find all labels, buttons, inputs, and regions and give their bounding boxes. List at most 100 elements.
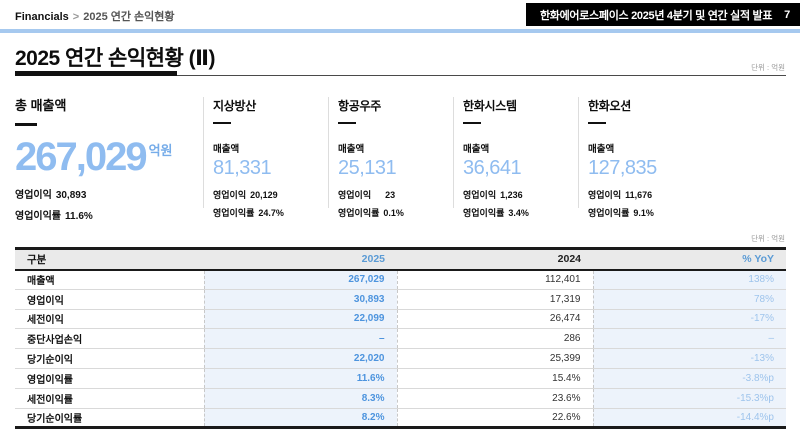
cell-2024: 25,399 [397, 349, 593, 369]
unit-label-table: 단위 : 억원 [751, 233, 785, 244]
row-label: 세전이익 [15, 309, 204, 329]
total-revenue-title: 총 매출액 [15, 95, 197, 114]
segment-revenue-value: 127,835 [588, 158, 700, 178]
segment-op-label: 영업이익 [213, 190, 246, 200]
row-label: 당기순이익 [15, 349, 204, 369]
segment-op-value: 23 [385, 190, 395, 200]
segment-dash-rule [338, 122, 356, 124]
column-header-2025: 2025 [204, 249, 397, 270]
cell-2025: 8.3% [204, 388, 397, 408]
cell-2024: 15.4% [397, 368, 593, 388]
total-op-value: 30,893 [56, 190, 87, 201]
table-row: 영업이익률 11.6% 15.4% -3.8%p [15, 368, 786, 388]
page-number: 7 [784, 9, 790, 21]
segment-revenue-value: 36,641 [463, 158, 575, 178]
table-row: 세전이익 22,099 26,474 -17% [15, 309, 786, 329]
breadcrumb-root[interactable]: Financials [15, 11, 69, 23]
cell-2025: 22,099 [204, 309, 397, 329]
row-label: 영업이익 [15, 289, 204, 309]
table-row: 세전이익률 8.3% 23.6% -15.3%p [15, 388, 786, 408]
segment-margin-label: 영업이익률 [463, 208, 504, 218]
segment-op-row: 영업이익 23 [338, 188, 450, 201]
segment-op-row: 영업이익 1,236 [463, 188, 575, 201]
segment-margin-label: 영업이익률 [588, 208, 629, 218]
segment-dash-rule [213, 122, 231, 124]
total-margin-label: 영업이익률 [15, 211, 61, 222]
table-header-row: 구분 2025 2024 % YoY [15, 249, 786, 270]
total-margin-row: 영업이익률11.6% [15, 207, 197, 222]
deck-title-badge: 한화에어로스페이스 2025년 4분기 및 연간 실적 발표 7 [526, 3, 800, 26]
segment-name: 지상방산 [213, 97, 325, 114]
cell-2025: 22,020 [204, 349, 397, 369]
cell-yoy: -17% [593, 309, 786, 329]
segment-margin-label: 영업이익률 [338, 208, 379, 218]
segment-op-value: 11,676 [625, 190, 652, 200]
total-revenue-value: 267,029 [15, 137, 146, 177]
row-label: 영업이익률 [15, 368, 204, 388]
segment-block-aerospace: 항공우주 매출액 25,131 영업이익23 영업이익률0.1% [338, 97, 450, 219]
cell-2025: 30,893 [204, 289, 397, 309]
segment-margin-value: 24.7% [258, 208, 284, 218]
title-rule-thick [15, 71, 177, 76]
row-label: 당기순이익률 [15, 408, 204, 428]
segment-revenue-label: 매출액 [463, 141, 575, 155]
segment-dash-rule [588, 122, 606, 124]
segment-margin-row: 영업이익률3.4% [463, 206, 575, 219]
segment-name: 항공우주 [338, 97, 450, 114]
cell-yoy: -13% [593, 349, 786, 369]
cell-2024: 17,319 [397, 289, 593, 309]
total-op-row: 영업이익 30,893 [15, 186, 197, 201]
header-accent-bar [0, 29, 800, 33]
cell-yoy: 78% [593, 289, 786, 309]
table-row: 당기순이익률 8.2% 22.6% -14.4%p [15, 408, 786, 428]
segment-margin-value: 0.1% [383, 208, 404, 218]
segment-op-label: 영업이익 [588, 190, 621, 200]
cell-2025: – [204, 329, 397, 349]
cell-2024: 286 [397, 329, 593, 349]
cell-yoy: -14.4%p [593, 408, 786, 428]
cell-yoy: -15.3%p [593, 388, 786, 408]
segment-revenue-label: 매출액 [588, 141, 700, 155]
segment-name: 한화시스템 [463, 97, 575, 114]
segment-divider [203, 97, 204, 208]
segment-revenue-value: 81,331 [213, 158, 325, 178]
cell-2024: 22.6% [397, 408, 593, 428]
breadcrumb-separator-icon: > [73, 11, 79, 23]
breadcrumb[interactable]: Financials>2025 연간 손익현황 [15, 8, 175, 24]
segment-margin-value: 9.1% [633, 208, 654, 218]
row-label: 매출액 [15, 270, 204, 290]
segment-divider [578, 97, 579, 208]
cell-2025: 11.6% [204, 368, 397, 388]
total-revenue-unit: 억원 [149, 140, 173, 159]
segment-op-row: 영업이익 11,676 [588, 188, 700, 201]
segment-revenue-label: 매출액 [338, 141, 450, 155]
segment-divider [328, 97, 329, 208]
segment-op-label: 영업이익 [338, 190, 371, 200]
column-header-category: 구분 [15, 249, 204, 270]
table-row: 매출액 267,029 112,401 138% [15, 270, 786, 290]
table-row: 중단사업손익 – 286 – [15, 329, 786, 349]
segment-op-row: 영업이익 20,129 [213, 188, 325, 201]
cell-2025: 267,029 [204, 270, 397, 290]
column-header-2024: 2024 [397, 249, 593, 270]
cell-2024: 23.6% [397, 388, 593, 408]
segment-op-value: 20,129 [250, 190, 278, 200]
segment-op-value: 1,236 [500, 190, 523, 200]
table-row: 영업이익 30,893 17,319 78% [15, 289, 786, 309]
segment-op-label: 영업이익 [463, 190, 496, 200]
cell-yoy: 138% [593, 270, 786, 290]
segment-dash-rule [463, 122, 481, 124]
cell-yoy: – [593, 329, 786, 349]
segment-block-hanwha-systems: 한화시스템 매출액 36,641 영업이익 1,236 영업이익률3.4% [463, 97, 575, 219]
unit-label-top: 단위 : 억원 [751, 62, 785, 73]
table-row: 당기순이익 22,020 25,399 -13% [15, 349, 786, 369]
column-header-yoy: % YoY [593, 249, 786, 270]
segment-block-ground-defense: 지상방산 매출액 81,331 영업이익20,129 영업이익률24.7% [213, 97, 325, 219]
segment-revenue-label: 매출액 [213, 141, 325, 155]
total-dash-rule [15, 123, 37, 126]
segment-divider [453, 97, 454, 208]
segment-margin-row: 영업이익률 9.1% [588, 206, 700, 219]
row-label: 중단사업손익 [15, 329, 204, 349]
total-op-label: 영업이익 [15, 190, 52, 201]
segment-margin-row: 영업이익률 0.1% [338, 206, 450, 219]
